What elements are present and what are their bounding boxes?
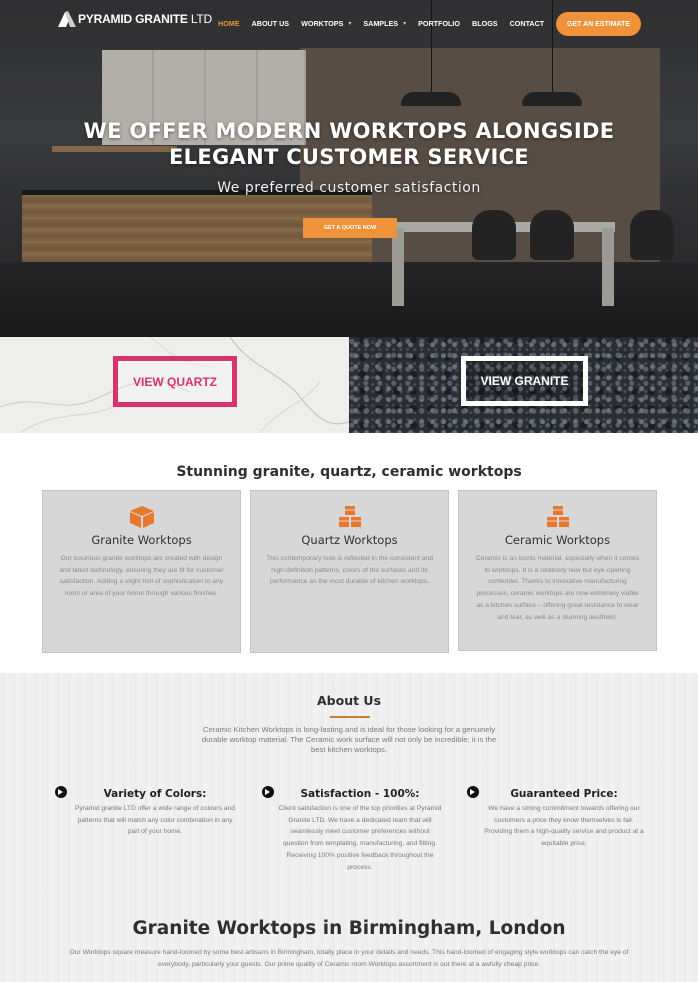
card-text: This contemporary look is reflected in t…: [266, 555, 433, 586]
feature-text: We have a strong commitment towards offe…: [484, 805, 644, 848]
granite-banner: VIEW GRANITE: [349, 337, 698, 433]
nav-about-label: ABOUT US: [251, 19, 290, 28]
arrow-circle-icon: [467, 786, 479, 798]
nav-contact-label: CONTACT: [509, 19, 545, 28]
logo-suffix: LTD: [190, 12, 212, 26]
nav-portfolio[interactable]: PORTFOLIO: [418, 19, 460, 28]
arrow-circle-icon: [55, 786, 67, 798]
card-title: Granite Worktops: [91, 533, 192, 547]
logo-name: PYRAMID GRANITE: [78, 12, 188, 26]
feature-title: Guaranteed Price:: [510, 788, 618, 800]
card-title: Quartz Worktops: [301, 533, 398, 547]
granite-section-text: Our Worktops square measure hand-loomed …: [69, 949, 629, 968]
card-title: Ceramic Worktops: [504, 533, 611, 547]
card-text: Our luxurious granite worktops are creat…: [59, 555, 224, 598]
nav-about-us[interactable]: ABOUT US: [252, 19, 290, 28]
hero-subtitle: We preferred customer satisfaction: [217, 180, 481, 196]
arrow-circle-icon: [262, 786, 274, 798]
nav-home-label: HOME: [218, 19, 240, 28]
cubes-icon: [337, 505, 363, 529]
cube-icon: [129, 505, 155, 529]
feature-title: Satisfaction - 100%:: [300, 788, 420, 800]
hero-headline-line2: ELEGANT CUSTOMER SERVICE: [169, 145, 529, 169]
nav-blogs-label: BLOGS: [472, 19, 498, 28]
worktops-section-title: Stunning granite, quartz, ceramic workto…: [176, 464, 522, 480]
hero-headline-line1: WE OFFER MODERN WORKTOPS ALONGSIDE: [83, 119, 615, 143]
chevron-down-icon: ▾: [348, 21, 352, 27]
cubes-icon: [545, 505, 571, 529]
main-menu: HOME ABOUT US WORKTOPS ▾ SAMPLES ▾ PORTFOL…: [218, 19, 556, 28]
granite-section-title: Granite Worktops in Birmingham, London: [132, 918, 566, 939]
granite-worktops-card[interactable]: Granite Worktops Our luxurious granite w…: [42, 490, 241, 653]
logo-text: PYRAMID GRANITE LTD: [78, 12, 212, 26]
nav-home[interactable]: HOME: [218, 19, 240, 28]
about-underline: [330, 716, 370, 718]
ceramic-worktops-card[interactable]: Ceramic Worktops Ceramic is an iconic ma…: [458, 490, 657, 651]
view-granite-button[interactable]: VIEW GRANITE: [461, 356, 588, 406]
quartz-worktops-card[interactable]: Quartz Worktops This contemporary look i…: [250, 490, 449, 653]
feature-title: Variety of Colors:: [103, 788, 207, 800]
card-text: Ceramic is an iconic material, especiall…: [475, 555, 640, 621]
nav-portfolio-label: PORTFOLIO: [418, 19, 461, 28]
feature-text: Pyramid granite LTD offer a wide range o…: [75, 805, 235, 836]
nav-contact[interactable]: CONTACT: [510, 19, 545, 28]
chevron-down-icon: ▾: [403, 21, 407, 27]
view-quartz-button[interactable]: VIEW QUARTZ: [113, 356, 237, 407]
about-title: About Us: [316, 693, 382, 708]
nav-samples-label: SAMPLES: [363, 19, 399, 28]
get-quote-button[interactable]: GET A QUOTE NOW: [303, 218, 397, 238]
pyramid-logo-icon: [57, 10, 77, 28]
site-logo[interactable]: PYRAMID GRANITE LTD: [57, 10, 212, 28]
about-section: About Us Ceramic Kitchen Worktops is lon…: [0, 673, 698, 982]
feature-text: Client satisfaction is one of the top pr…: [278, 805, 442, 871]
nav-samples[interactable]: SAMPLES ▾: [363, 19, 406, 28]
about-text: Ceramic Kitchen Worktops is long-lasting…: [201, 725, 497, 754]
get-estimate-button[interactable]: GET AN ESTIMATE: [556, 12, 641, 36]
hero-headline: WE OFFER MODERN WORKTOPS ALONGSIDE ELEGA…: [0, 118, 698, 170]
hero-banner: PYRAMID GRANITE LTD HOME ABOUT US WORKTO…: [0, 0, 698, 337]
top-navigation: PYRAMID GRANITE LTD HOME ABOUT US WORKTO…: [0, 0, 698, 48]
nav-worktops-label: WORKTOPS: [301, 19, 344, 28]
nav-blogs[interactable]: BLOGS: [472, 19, 498, 28]
nav-worktops[interactable]: WORKTOPS ▾: [301, 19, 351, 28]
quartz-banner: VIEW QUARTZ: [0, 337, 349, 433]
